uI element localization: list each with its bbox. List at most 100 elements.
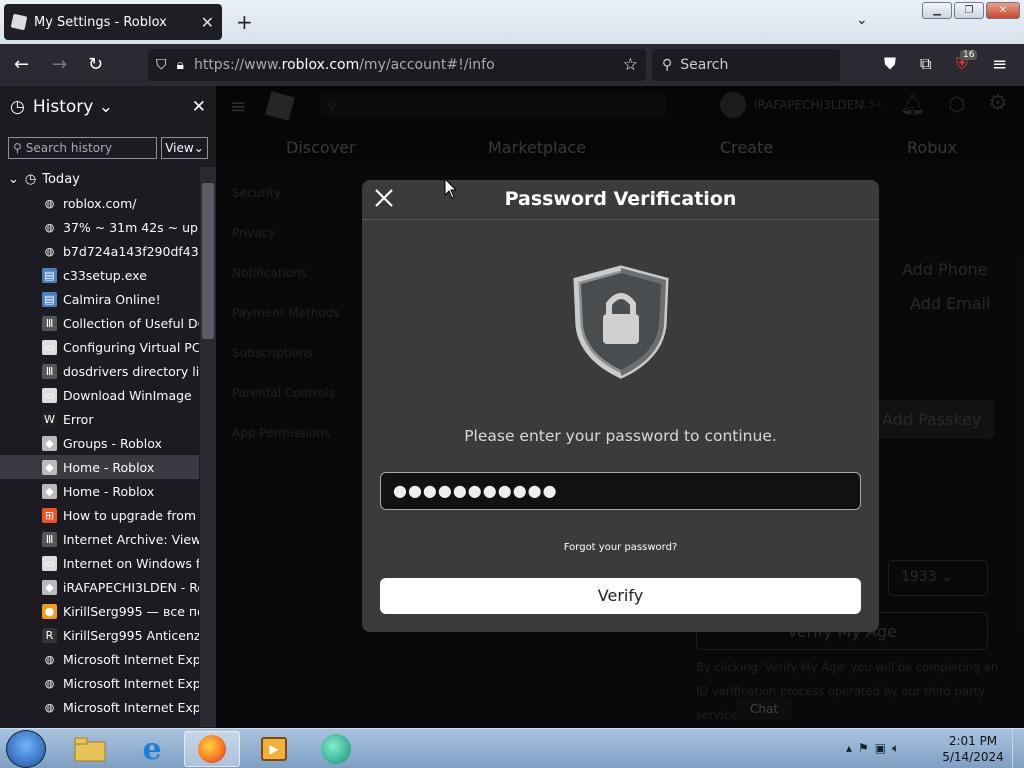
network-icon[interactable]: ▣	[875, 741, 886, 756]
globe-icon: ◍	[44, 196, 55, 210]
password-verification-dialog: Password Verification Please enter your …	[362, 180, 879, 632]
pocket-icon[interactable]: ⛊	[884, 54, 896, 74]
bookmark-star-icon[interactable]: ☆	[623, 55, 638, 75]
history-item[interactable]: Ⅲ Internet Archive: View Arc	[0, 527, 199, 551]
restore-button[interactable]: ❐	[954, 2, 984, 19]
search-icon: ⚲	[13, 141, 22, 155]
history-item[interactable]: ◆ Groups - Roblox	[0, 431, 199, 455]
url-text[interactable]: https://www.roblox.com/my/account#!/info	[194, 57, 623, 73]
history-item[interactable]: ◆ Home - Roblox	[0, 455, 199, 479]
dialog-title: Password Verification	[504, 188, 737, 210]
history-item[interactable]: Ⅲdosdrivers directory listing	[0, 359, 199, 383]
history-item[interactable]: ◍ Microsoft Internet Explore	[0, 695, 199, 719]
history-item-label: iRAFAPECHI3LDEN - Robl.	[63, 579, 199, 595]
media-player-icon: ▶	[261, 737, 287, 761]
history-item[interactable]: ▤ Calmira Online!	[0, 287, 199, 311]
file-icon: ▤	[42, 267, 57, 283]
start-button[interactable]	[6, 730, 46, 768]
sidebar-title[interactable]: History ⌄	[33, 97, 192, 117]
history-item[interactable]: ◆ iRAFAPECHI3LDEN - Robl.	[0, 575, 199, 599]
list-tabs-chevron-icon[interactable]: ⌄	[856, 12, 868, 28]
history-item[interactable]: W Error	[0, 407, 199, 431]
history-item[interactable]: ▭ Download WinImage	[0, 383, 199, 407]
clock[interactable]: 2:01 PM 5/14/2024	[940, 733, 1006, 765]
taskbar-app[interactable]	[308, 731, 364, 767]
history-item[interactable]: ◆ Home - Roblox	[0, 479, 199, 503]
globe-icon: ◍	[44, 700, 55, 714]
address-bar[interactable]: ⛉ 🔒︎ https://www.roblox.com/my/account#!…	[148, 49, 646, 81]
folder-icon	[74, 737, 106, 762]
history-item-label: Calmira Online!	[63, 291, 161, 307]
shield-tracking-icon[interactable]: ⛉	[156, 57, 167, 73]
browser-tab[interactable]: My Settings - Roblox ✕	[4, 4, 222, 40]
history-item[interactable]: ◍ roblox.com/	[0, 191, 199, 215]
history-item-label: 37% ~ 31m 42s ~ uploading	[63, 219, 199, 235]
search-placeholder: Search	[680, 57, 729, 73]
globe-icon: ◍	[44, 676, 55, 690]
taskbar-ie[interactable]: e	[124, 731, 180, 767]
password-prompt: Please enter your password to continue.	[464, 427, 777, 445]
reload-icon[interactable]: ↻	[88, 54, 103, 75]
today-group[interactable]: ⌄ ◷ Today	[0, 167, 199, 191]
window-controls: ▁ ❐ ✕	[922, 2, 1020, 19]
forward-icon[interactable]: →	[52, 54, 67, 75]
password-field[interactable]: ●●●●●●●●●●●	[380, 472, 861, 510]
menu-icon[interactable]: ≡	[992, 54, 1007, 75]
taskbar-media[interactable]: ▶	[246, 731, 302, 767]
view-dropdown[interactable]: View ⌄	[161, 137, 208, 159]
volume-muted-icon[interactable]: 🔈︎	[892, 741, 899, 756]
clock-icon: ◷	[24, 171, 37, 187]
history-item[interactable]: ▭ Configuring Virtual PC 200	[0, 335, 199, 359]
action-center-flag-icon[interactable]: ⚑	[858, 741, 869, 756]
history-item-label: roblox.com/	[63, 195, 137, 211]
roblox-icon: ◆	[42, 483, 57, 499]
collapse-chevron-icon[interactable]: ⌄	[8, 172, 19, 187]
roblox-icon: ◆	[42, 435, 57, 451]
app-globe-icon	[321, 734, 351, 764]
taskbar-explorer[interactable]	[62, 731, 118, 767]
history-item-label: dosdrivers directory listing	[63, 363, 199, 379]
history-item[interactable]: ◍ b7d724a143f290df43b0161	[0, 239, 199, 263]
history-item-label: Home - Roblox	[63, 459, 155, 475]
taskbar-firefox[interactable]	[184, 731, 240, 767]
extensions-icon[interactable]: ⧉	[920, 54, 931, 74]
history-item[interactable]: ▤ c33setup.exe	[0, 263, 199, 287]
close-tab-icon[interactable]: ✕	[201, 13, 214, 32]
archive-icon: Ⅲ	[42, 315, 57, 331]
minimize-button[interactable]: ▁	[922, 2, 952, 19]
lock-icon[interactable]: 🔒︎	[177, 57, 184, 73]
history-item-label: Configuring Virtual PC 200	[63, 339, 199, 355]
history-item-label: KirillSerg995 Anticenzura (	[63, 627, 199, 643]
history-item[interactable]: ▭ Internet on Windows for ..	[0, 551, 199, 575]
new-tab-icon[interactable]: +	[236, 10, 253, 34]
internet-explorer-icon: e	[142, 731, 162, 767]
archive-icon: Ⅲ	[42, 363, 57, 379]
history-item-label: How to upgrade from Win	[63, 507, 199, 523]
navigation-toolbar: ← → ↻ ⛉ 🔒︎ https://www.roblox.com/my/acc…	[0, 44, 1024, 86]
globe-icon: ◍	[44, 220, 55, 234]
mouse-cursor-icon	[444, 178, 458, 199]
history-list: ⌄ ◷ Today ◍ roblox.com/ ◍ 37% ~ 31m 42s ~ u…	[0, 167, 199, 727]
history-item[interactable]: ◍ Microsoft Internet Explore	[0, 647, 199, 671]
verify-button[interactable]: Verify	[380, 578, 861, 614]
history-item[interactable]: ⊞ How to upgrade from Win	[0, 503, 199, 527]
page-icon: ▭	[42, 555, 57, 571]
history-item[interactable]: R KirillSerg995 Anticenzura (	[0, 623, 199, 647]
history-item[interactable]: Ⅲ Collection of Useful DOS D	[0, 311, 199, 335]
forgot-password-link[interactable]: Forgot your password?	[362, 542, 879, 553]
show-hidden-icons-icon[interactable]: ▴	[846, 741, 852, 756]
scrollbar-thumb[interactable]	[202, 183, 214, 339]
history-item[interactable]: ◍ Microsoft Internet Explore	[0, 671, 199, 695]
sidebar-scrollbar[interactable]	[200, 167, 216, 727]
system-tray: ▴ ⚑ ▣ 🔈︎	[846, 741, 899, 756]
history-item[interactable]: ● KirillSerg995 — все посты	[0, 599, 199, 623]
history-search-input[interactable]: ⚲ Search history	[8, 137, 157, 159]
history-item-label: Internet on Windows for ..	[63, 555, 199, 571]
history-item[interactable]: ◍ 37% ~ 31m 42s ~ uploading	[0, 215, 199, 239]
back-icon[interactable]: ←	[14, 54, 29, 75]
close-sidebar-icon[interactable]: ✕	[192, 97, 206, 117]
show-desktop-button[interactable]	[1012, 729, 1024, 768]
close-window-button[interactable]: ✕	[986, 2, 1020, 19]
search-bar[interactable]: ⚲ Search	[652, 49, 840, 81]
sidebar-header: ◷ History ⌄ ✕	[0, 86, 216, 128]
